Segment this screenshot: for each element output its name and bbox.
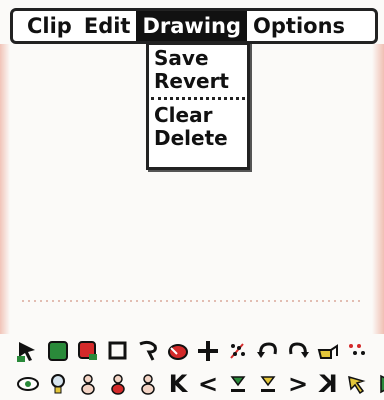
menu-item-save[interactable]: Save [149, 47, 247, 70]
menu-separator [151, 97, 245, 100]
menu-item-delete[interactable]: Delete [149, 127, 247, 150]
first-frame-button[interactable]: K [164, 370, 192, 398]
menu-drawing[interactable]: Drawing [136, 11, 248, 41]
tool-palette-row-1 [14, 335, 384, 367]
insert-frame-button[interactable] [224, 370, 252, 398]
dotted-divider [20, 300, 360, 302]
rectangle-tool[interactable] [104, 337, 132, 365]
plus-icon [198, 341, 218, 361]
delete-frame-button[interactable] [254, 370, 282, 398]
animate-tool[interactable] [344, 370, 372, 398]
eye-icon [17, 377, 39, 391]
spray-icon [230, 343, 245, 359]
last-frame-button[interactable]: K [314, 370, 342, 398]
crosshair-tool[interactable] [194, 337, 222, 365]
rectangle-outline-icon [108, 341, 127, 360]
arrow-pointer-icon [17, 342, 35, 362]
lasso-tool[interactable] [134, 337, 162, 365]
cursor-arrow-icon [348, 375, 366, 395]
hand-tool[interactable] [314, 337, 342, 365]
fill-red-tool[interactable] [74, 337, 102, 365]
undo-arrow-icon [257, 342, 277, 358]
hand-icon [317, 344, 338, 359]
eraser-icon [168, 344, 188, 360]
undo-tool[interactable] [254, 337, 282, 365]
drawing-dropdown-menu: Save Revert Clear Delete [146, 42, 250, 170]
previous-frame-button[interactable]: < [194, 370, 222, 398]
menu-edit[interactable]: Edit [78, 11, 137, 41]
person-tool-1[interactable] [74, 370, 102, 398]
canvas-right-edge [372, 44, 384, 334]
person-icon [81, 374, 95, 395]
next-frame-button[interactable]: > [284, 370, 312, 398]
menu-item-clear[interactable]: Clear [149, 104, 247, 127]
pointer-tool[interactable] [14, 337, 42, 365]
menu-item-revert[interactable]: Revert [149, 70, 247, 93]
chevron-left-icon: < [197, 370, 219, 398]
fill-green-tool[interactable] [44, 337, 72, 365]
play-icon [380, 374, 384, 394]
menu-options[interactable]: Options [247, 11, 351, 41]
insert-marker-icon [230, 376, 246, 392]
person-icon [111, 374, 125, 395]
person-tool-3[interactable] [134, 370, 162, 398]
tool-palette-row-2: K < > K [14, 368, 384, 400]
remove-marker-icon [260, 376, 276, 392]
menu-clip[interactable]: Clip [13, 11, 78, 41]
chevron-right-icon: > [287, 370, 309, 398]
drawing-canvas[interactable]: Clip Edit Drawing Options Save Revert Cl… [0, 0, 384, 400]
green-square-icon [48, 341, 68, 361]
red-square-icon [78, 341, 97, 360]
view-tool[interactable] [14, 370, 42, 398]
skip-first-icon: K [168, 370, 188, 398]
grid-dots-icon [349, 344, 365, 355]
lasso-icon [139, 340, 157, 361]
person-icon [141, 374, 155, 395]
canvas-left-edge [0, 44, 10, 334]
eraser-tool[interactable] [164, 337, 192, 365]
menu-bar: Clip Edit Drawing Options [10, 8, 378, 44]
person-tool-2[interactable] [104, 370, 132, 398]
skip-last-icon: K [318, 370, 338, 398]
idea-tool[interactable] [44, 370, 72, 398]
redo-tool[interactable] [284, 337, 312, 365]
play-button[interactable] [374, 370, 384, 398]
spray-tool[interactable] [224, 337, 252, 365]
grid-tool[interactable] [344, 337, 372, 365]
redo-arrow-icon [289, 342, 309, 358]
lightbulb-icon [51, 374, 65, 394]
